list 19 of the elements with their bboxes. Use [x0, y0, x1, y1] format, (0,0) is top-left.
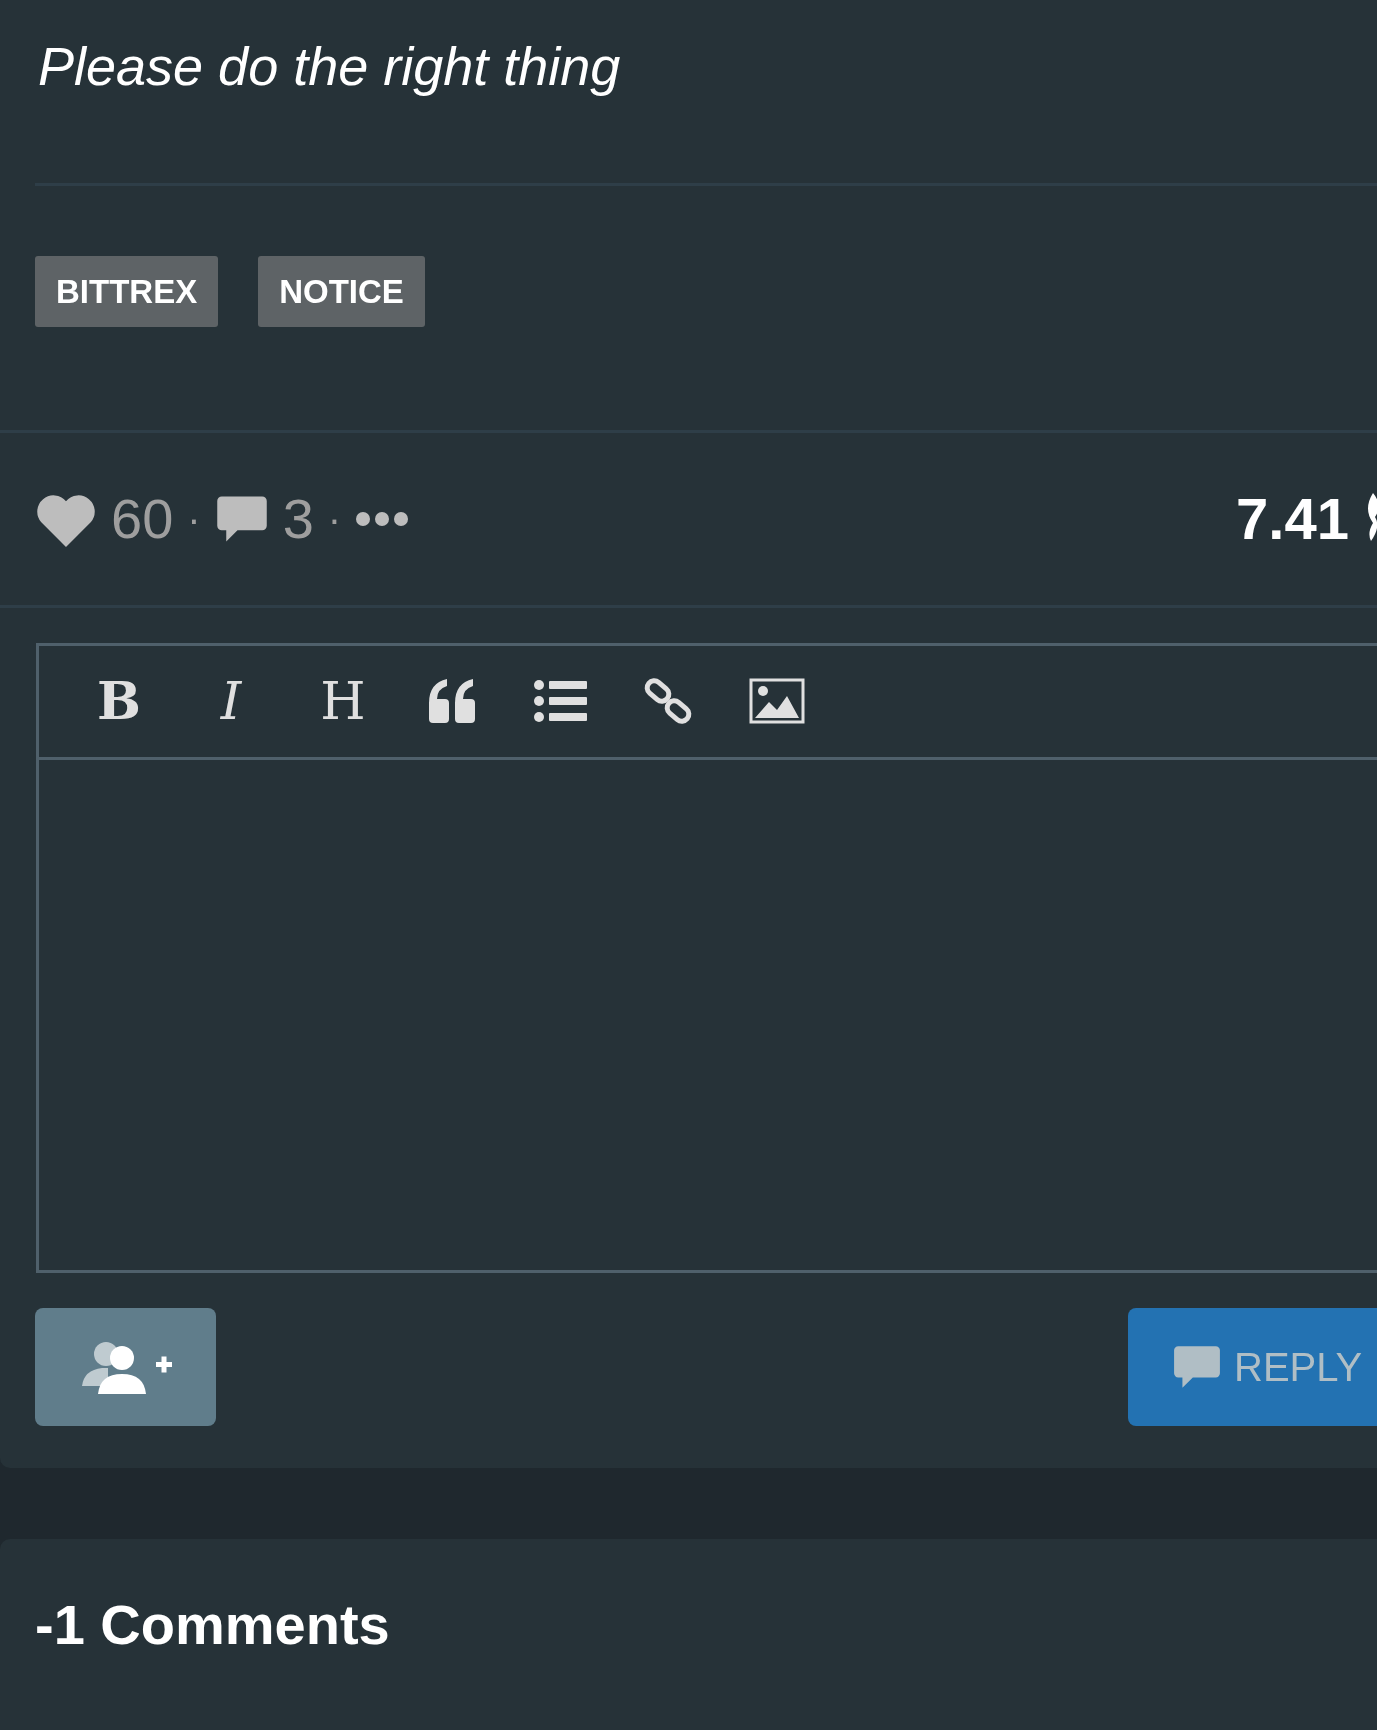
format-button[interactable]: I [203, 675, 259, 728]
format-button[interactable]: B [91, 675, 147, 728]
separator-dot: · [327, 498, 342, 539]
more-icon[interactable] [355, 510, 410, 527]
mention-user-button[interactable] [35, 1307, 216, 1426]
link-icon[interactable] [643, 676, 693, 727]
comment-editor[interactable]: B I H [36, 642, 1377, 1273]
post-title: Please do the right thing [38, 35, 622, 98]
separator-dot: · [187, 498, 201, 539]
tag[interactable]: NOTICE [258, 255, 425, 327]
list-icon[interactable] [533, 679, 587, 724]
comment-count: 3 [282, 490, 314, 547]
like-count: 60 [111, 490, 174, 547]
payout-amount[interactable]: 7.41 [1236, 489, 1349, 548]
format-button[interactable]: H [315, 675, 371, 728]
comments-heading: -1 Comments [35, 1591, 391, 1658]
tag[interactable]: BITTREX [35, 255, 219, 327]
quote-icon[interactable] [427, 679, 477, 724]
image-icon[interactable] [749, 678, 805, 725]
